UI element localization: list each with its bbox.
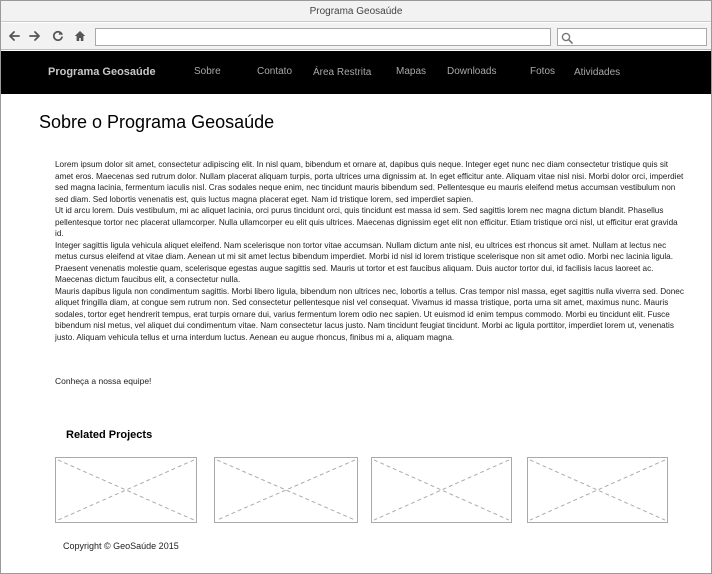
back-arrow-icon[interactable] bbox=[5, 27, 23, 45]
nav-link-area-restrita[interactable]: Área Restrita bbox=[313, 67, 371, 78]
nav-link-sobre[interactable]: Sobre bbox=[194, 66, 221, 77]
address-bar[interactable] bbox=[95, 28, 551, 46]
about-paragraph: Ut id arcu lorem. Duis vestibulum, mi ac… bbox=[55, 206, 678, 238]
magnifier-icon bbox=[561, 31, 573, 49]
site-navbar: Programa Geosaúde Sobre Contato Área Res… bbox=[1, 51, 711, 94]
image-placeholder-icon bbox=[529, 459, 666, 521]
about-paragraph: Mauris dapibus ligula non condimentum sa… bbox=[55, 286, 684, 342]
search-input[interactable] bbox=[578, 30, 702, 44]
about-paragraph: Lorem ipsum dolor sit amet, consectetur … bbox=[55, 160, 684, 204]
page-title: Sobre o Programa Geosaúde bbox=[39, 112, 275, 132]
browser-window: Programa Geosaúde Programa Geosaúde Sobr… bbox=[0, 0, 712, 574]
site-brand[interactable]: Programa Geosaúde bbox=[48, 66, 156, 78]
related-projects-heading: Related Projects bbox=[66, 429, 153, 441]
image-placeholder-icon bbox=[57, 459, 195, 521]
window-title: Programa Geosaúde bbox=[1, 1, 711, 22]
nav-link-downloads[interactable]: Downloads bbox=[447, 66, 496, 77]
team-link[interactable]: Conheça a nossa equipe! bbox=[55, 376, 151, 386]
image-placeholder-icon bbox=[216, 459, 356, 521]
nav-link-contato[interactable]: Contato bbox=[257, 66, 292, 77]
about-paragraph: Integer sagittis ligula vehicula aliquet… bbox=[55, 240, 673, 285]
nav-link-atividades[interactable]: Atividades bbox=[574, 67, 620, 78]
reload-icon[interactable] bbox=[49, 27, 67, 45]
related-project-3[interactable] bbox=[371, 457, 512, 523]
forward-arrow-icon[interactable] bbox=[26, 27, 44, 45]
home-icon[interactable] bbox=[71, 27, 89, 45]
nav-link-fotos[interactable]: Fotos bbox=[530, 66, 555, 77]
footer-copyright: Copyright © GeoSaúde 2015 bbox=[63, 541, 179, 551]
image-placeholder-icon bbox=[373, 459, 510, 521]
related-project-2[interactable] bbox=[214, 457, 358, 523]
related-project-1[interactable] bbox=[55, 457, 197, 523]
browser-search-box[interactable] bbox=[557, 28, 707, 46]
about-text: Lorem ipsum dolor sit amet, consectetur … bbox=[55, 159, 687, 343]
browser-toolbar bbox=[1, 23, 711, 50]
nav-link-mapas[interactable]: Mapas bbox=[396, 66, 426, 77]
related-project-4[interactable] bbox=[527, 457, 668, 523]
